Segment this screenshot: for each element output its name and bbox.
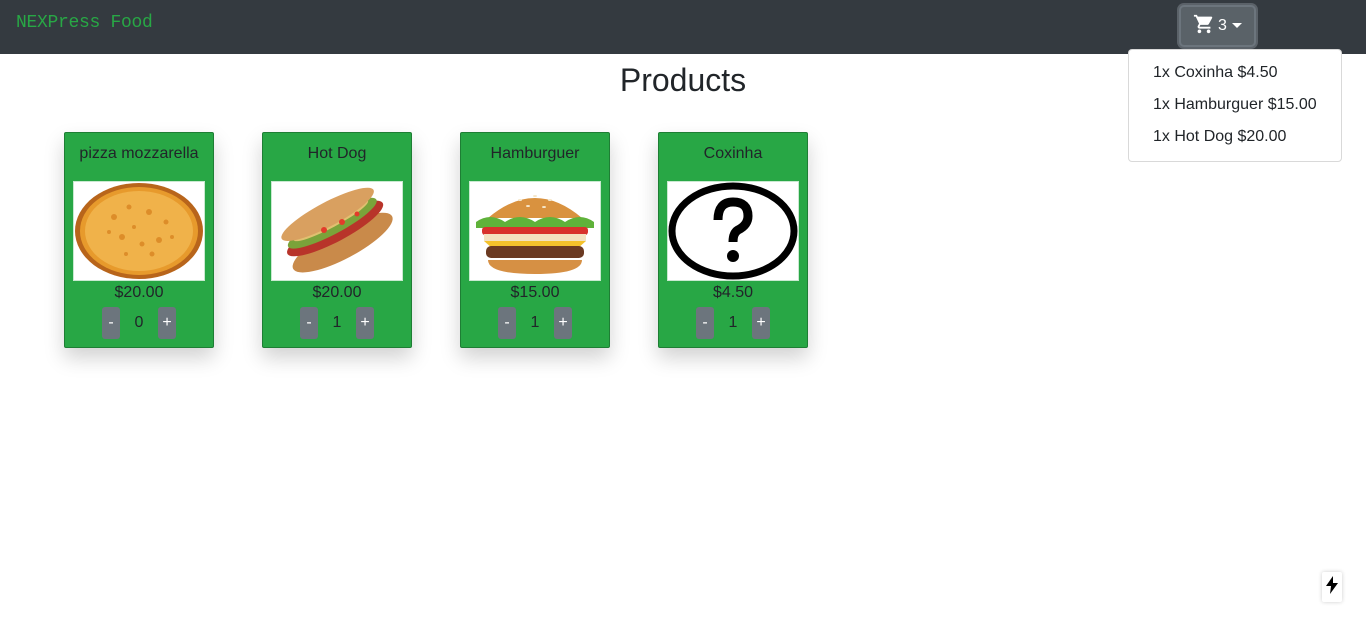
product-card-hot-dog: Hot Dog $20.00 - 1 + bbox=[262, 132, 412, 348]
quantity-value: 1 bbox=[530, 314, 540, 331]
product-price: $20.00 bbox=[114, 284, 164, 301]
decrement-button[interactable]: - bbox=[498, 307, 516, 339]
cart-count: 3 bbox=[1218, 17, 1227, 34]
product-name: Hot Dog bbox=[307, 145, 367, 162]
quantity-stepper: - 0 + bbox=[65, 307, 213, 339]
decrement-button[interactable]: - bbox=[696, 307, 714, 339]
hamburger-image bbox=[469, 181, 601, 281]
quantity-value: 0 bbox=[134, 314, 144, 331]
lightning-bolt-icon bbox=[1326, 575, 1338, 599]
increment-button[interactable]: + bbox=[356, 307, 374, 339]
cart-icon bbox=[1193, 13, 1215, 40]
page-title: Products bbox=[619, 62, 747, 98]
quantity-stepper: - 1 + bbox=[461, 307, 609, 339]
product-card-pizza: pizza mozzarella $20.00 - 0 + bbox=[64, 132, 214, 348]
product-card-coxinha: Coxinha $4.50 - 1 + bbox=[658, 132, 808, 348]
increment-button[interactable]: + bbox=[752, 307, 770, 339]
lightning-bolt-button[interactable] bbox=[1322, 572, 1342, 602]
question-mark-icon bbox=[667, 181, 799, 281]
quantity-value: 1 bbox=[728, 314, 738, 331]
product-name: Coxinha bbox=[703, 145, 763, 162]
product-name: pizza mozzarella bbox=[79, 145, 199, 162]
quantity-stepper: - 1 + bbox=[263, 307, 411, 339]
quantity-stepper: - 1 + bbox=[659, 307, 807, 339]
caret-down-icon bbox=[1231, 22, 1242, 28]
increment-button[interactable]: + bbox=[554, 307, 572, 339]
decrement-button[interactable]: - bbox=[300, 307, 318, 339]
cart-item-hot-dog[interactable]: 1x Hot Dog $20.00 bbox=[1129, 122, 1341, 154]
product-price: $15.00 bbox=[510, 284, 560, 301]
brand-logo[interactable]: NEXPress Food bbox=[16, 13, 153, 33]
product-card-hamburguer: Hamburguer $15.00 - 1 + bbox=[460, 132, 610, 348]
decrement-button[interactable]: - bbox=[102, 307, 120, 339]
product-price: $20.00 bbox=[312, 284, 362, 301]
product-price: $4.50 bbox=[712, 284, 754, 301]
cart-dropdown-button[interactable]: 3 bbox=[1179, 5, 1256, 47]
hot-dog-image bbox=[271, 181, 403, 281]
increment-button[interactable]: + bbox=[158, 307, 176, 339]
navbar: NEXPress Food 3 bbox=[0, 0, 1366, 54]
product-name: Hamburguer bbox=[490, 145, 580, 162]
quantity-value: 1 bbox=[332, 314, 342, 331]
pizza-image bbox=[73, 181, 205, 281]
